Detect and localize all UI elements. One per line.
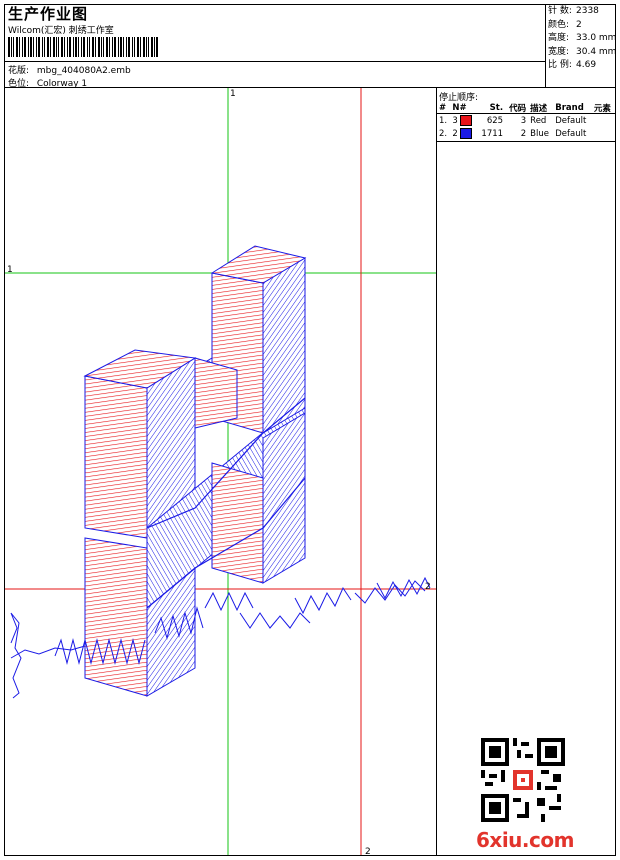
color-swatch-blue — [460, 128, 473, 139]
design-file-value: mbg_404080A2.emb — [36, 66, 131, 76]
page-title: 生产作业图 — [8, 5, 89, 23]
stat-width: 宽度: 30.4 mm — [548, 46, 617, 57]
col-desc: 描述 — [530, 103, 548, 114]
axis-label-right: 2 — [425, 582, 431, 592]
axis-label-top: 1 — [230, 89, 236, 99]
embroidery-preview: 1 1 2 2 — [5, 88, 436, 855]
col-num: # — [439, 102, 447, 113]
subtitle-divider — [4, 61, 545, 62]
watermark-logo: 6xiu.com — [476, 828, 574, 852]
col-code: 代码 — [509, 103, 527, 114]
table-row: 1. 3 625 3 Red Default — [439, 115, 587, 126]
col-needle: N# — [452, 102, 467, 113]
studio-subtitle: Wilcom(汇宏) 刺绣工作室 — [8, 26, 114, 36]
barcode — [8, 37, 158, 57]
col-stitches: St. — [489, 102, 504, 113]
col-brand: Brand — [555, 102, 584, 113]
stat-stitches: 针 数: 2338 — [548, 6, 599, 16]
stop-sequence-table: # N# St. 代码 描述 Brand 元素 1. 3 625 3 Red D… — [437, 101, 615, 140]
panel-divider — [436, 87, 437, 856]
stat-height: 高度: 33.0 mm — [548, 33, 617, 44]
col-element: 元素 — [593, 103, 611, 114]
qr-code-icon — [481, 738, 565, 822]
stop-table-divider — [437, 141, 616, 142]
color-swatch-red — [460, 115, 473, 126]
stats-divider — [545, 4, 546, 88]
stat-scale: 比 例: 4.69 — [548, 60, 597, 71]
signature-zigzag — [10, 576, 431, 699]
axis-label-bottom: 2 — [365, 847, 371, 855]
axis-label-left: 1 — [7, 265, 13, 275]
table-row: 2. 2 1711 2 Blue Default — [439, 128, 587, 139]
stats-panel: 针 数: 2338 颜色: 2 高度: 33.0 mm 宽度: 30.4 mm 比 例:… — [548, 5, 616, 73]
design-file-label: 花版: — [8, 66, 30, 76]
design-file-row: 花版: mbg_404080A2.emb — [8, 63, 131, 76]
stat-colors: 颜色: 2 — [548, 19, 582, 30]
stop-table-header: # N# St. 代码 描述 Brand 元素 — [437, 101, 615, 114]
